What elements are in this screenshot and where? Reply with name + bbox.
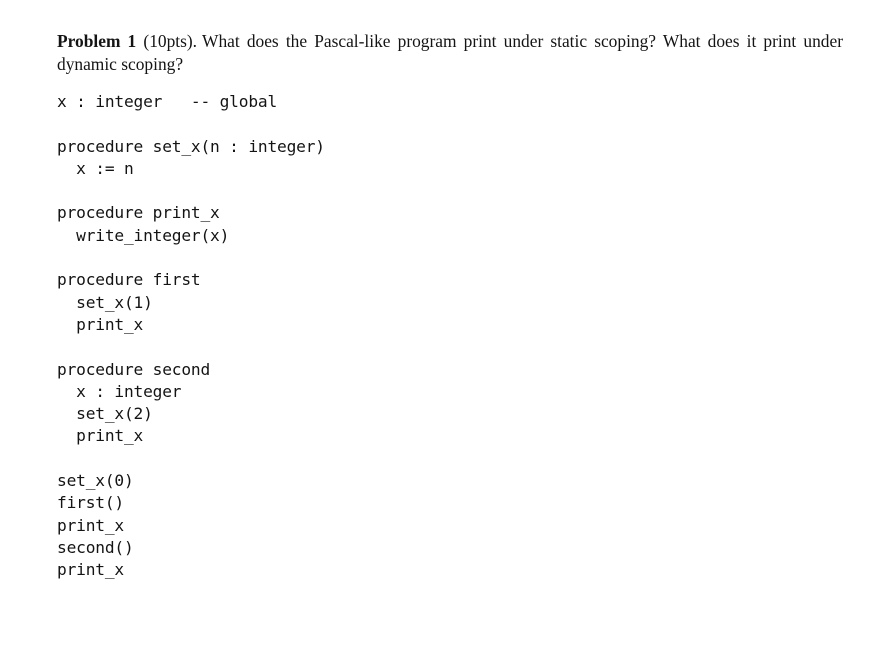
- code-block-main-body: set_x(0) first() print_x second() print_x: [57, 470, 657, 581]
- code-line: set_x(1): [57, 292, 153, 312]
- code-block-procedure-first: procedure first set_x(1) print_x: [57, 269, 657, 336]
- problem-label: Problem 1: [57, 31, 137, 52]
- code-line: set_x(2): [57, 404, 153, 424]
- code-line: procedure second: [57, 359, 211, 379]
- code-block-procedure-set-x: procedure set_x(n : integer) x := n: [57, 136, 657, 181]
- code-line: procedure set_x(n : integer): [57, 136, 325, 156]
- code-line: print_x: [57, 560, 124, 580]
- document-page: Problem 1 (10pts). What does the Pascal-l…: [0, 0, 892, 660]
- code-line: x : integer: [57, 381, 182, 401]
- problem-points: (10pts).: [143, 31, 198, 52]
- code-block-procedure-second: procedure second x : integer set_x(2) pr…: [57, 359, 657, 448]
- code-line: second(): [57, 537, 134, 557]
- code-line: set_x(0): [57, 471, 134, 491]
- program-listing: x : integer -- global procedure set_x(n :…: [57, 91, 657, 582]
- code-block-global-declaration: x : integer -- global: [57, 91, 657, 113]
- problem-statement: Problem 1 (10pts). What does the Pascal-l…: [57, 30, 843, 76]
- code-line: print_x: [57, 515, 124, 535]
- code-line: write_integer(x): [57, 225, 230, 245]
- code-line: print_x: [57, 314, 144, 334]
- code-line: first(): [57, 493, 124, 513]
- code-line: procedure print_x: [57, 203, 220, 223]
- code-line: procedure first: [57, 270, 201, 290]
- code-line: print_x: [57, 426, 144, 446]
- code-line: x := n: [57, 158, 134, 178]
- code-block-procedure-print-x: procedure print_x write_integer(x): [57, 202, 657, 247]
- code-line: x : integer -- global: [57, 92, 278, 111]
